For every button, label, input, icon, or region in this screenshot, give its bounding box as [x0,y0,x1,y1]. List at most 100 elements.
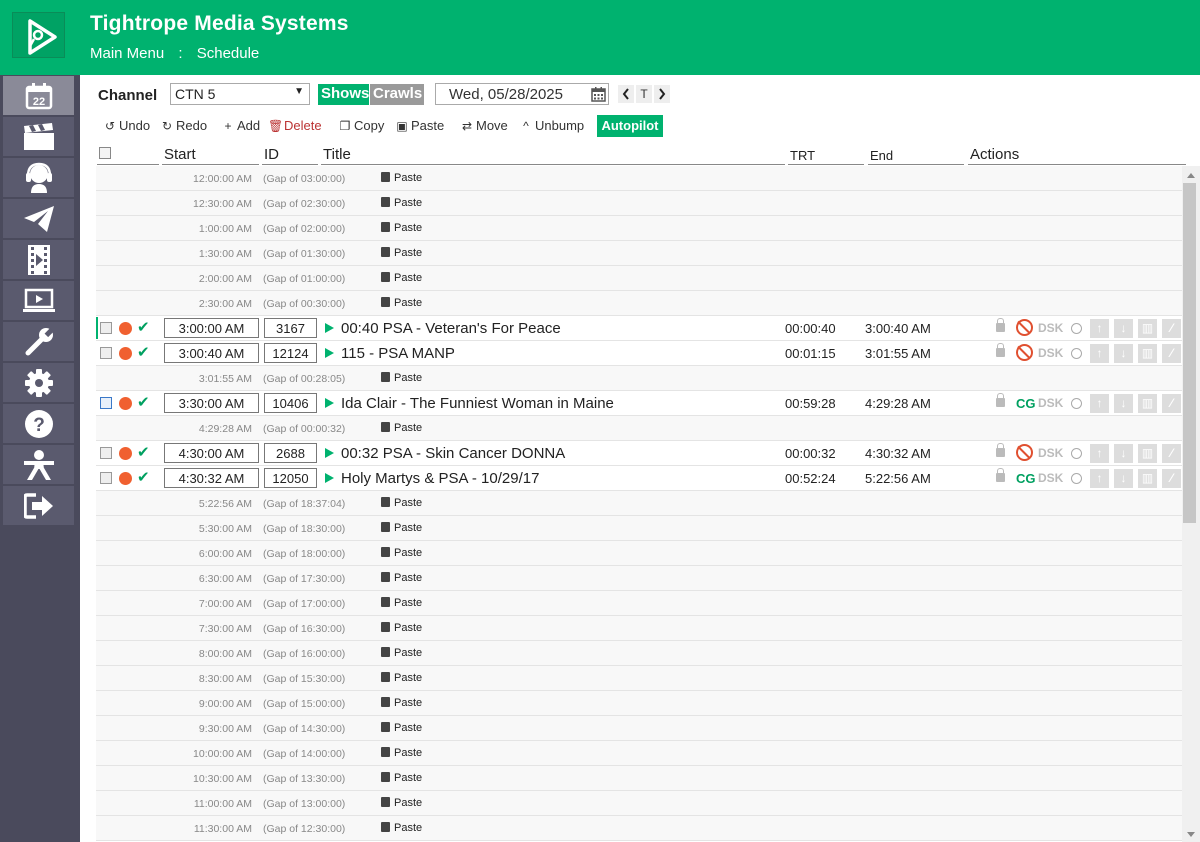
sidebar-item-schedule[interactable]: 22 [3,76,74,115]
schedule-scrollbar[interactable] [1182,166,1200,842]
event-row[interactable]: ✔ 3:00:40 AM 12124 115 - PSA MANP 00:01:15 3:… [96,341,1182,366]
event-id[interactable]: 2688 [264,443,317,463]
channel-select[interactable]: CTN 5 ▼ [170,83,310,105]
arrow-up-icon[interactable]: ↑ [1090,319,1109,338]
arrow-up-icon[interactable]: ↑ [1090,394,1109,413]
play-icon[interactable] [325,473,334,483]
gap-paste-button[interactable]: Paste [381,221,422,234]
lock-icon[interactable] [996,343,1005,357]
event-row[interactable]: ✔ 4:30:32 AM 12050 Holy Martys & PSA - 10/2… [96,466,1182,491]
arrow-down-icon[interactable]: ↓ [1114,394,1133,413]
no-cg-icon[interactable] [1016,444,1033,461]
event-checkbox[interactable] [100,397,112,409]
gap-paste-button[interactable]: Paste [381,671,422,684]
event-start-time[interactable]: 4:30:32 AM [164,468,259,488]
column-trt[interactable]: TRT [788,146,864,165]
pencil-icon[interactable]: ⁄ [1162,444,1181,463]
event-title[interactable]: 00:32 PSA - Skin Cancer DONNA [341,445,565,462]
arrow-down-icon[interactable]: ↓ [1114,344,1133,363]
event-radio[interactable] [1071,448,1082,459]
pencil-icon[interactable]: ⁄ [1162,344,1181,363]
event-row[interactable]: ✔ 3:00:00 AM 3167 00:40 PSA - Veteran's For… [96,316,1182,341]
event-title[interactable]: Holy Martys & PSA - 10/29/17 [341,470,539,487]
lock-icon[interactable] [996,468,1005,482]
scrollbar-thumb[interactable] [1183,183,1196,523]
gap-paste-button[interactable]: Paste [381,521,422,534]
gap-paste-button[interactable]: Paste [381,696,422,709]
move-button[interactable]: ⇄ Move [460,118,508,133]
event-radio[interactable] [1071,398,1082,409]
event-checkbox[interactable] [100,347,112,359]
dsk-badge[interactable]: DSK [1038,471,1063,485]
date-field[interactable]: Wed, 05/28/2025 [435,83,609,105]
gap-paste-button[interactable]: Paste [381,571,422,584]
gap-paste-button[interactable]: Paste [381,296,422,309]
event-checkbox[interactable] [100,472,112,484]
paste-button[interactable]: ▣ Paste [395,118,444,133]
gap-paste-button[interactable]: Paste [381,621,422,634]
column-end[interactable]: End [868,146,964,165]
gap-paste-button[interactable]: Paste [381,771,422,784]
event-checkbox[interactable] [100,322,112,334]
arrow-up-icon[interactable]: ↑ [1090,444,1109,463]
today-button[interactable]: T [636,85,652,103]
undo-button[interactable]: ↺ Undo [103,118,150,133]
sidebar-item-settings[interactable] [3,363,74,402]
event-checkbox[interactable] [100,447,112,459]
event-id[interactable]: 3167 [264,318,317,338]
crawls-tab[interactable]: Crawls [370,84,424,105]
column-id[interactable]: ID [262,146,318,165]
gap-paste-button[interactable]: Paste [381,421,422,434]
autopilot-button[interactable]: Autopilot [597,115,663,137]
delete-button[interactable]: 🗑Delete [268,118,322,133]
play-icon[interactable] [325,348,334,358]
dsk-badge[interactable]: DSK [1038,346,1063,360]
pencil-icon[interactable]: ⁄ [1162,394,1181,413]
event-id[interactable]: 12124 [264,343,317,363]
gap-paste-button[interactable]: Paste [381,196,422,209]
gap-paste-button[interactable]: Paste [381,796,422,809]
sidebar-item-publish[interactable] [3,199,74,238]
play-icon[interactable] [325,323,334,333]
shows-tab[interactable]: Shows [318,84,369,105]
event-start-time[interactable]: 3:00:40 AM [164,343,259,363]
gap-paste-button[interactable]: Paste [381,171,422,184]
event-row[interactable]: ✔ 4:30:00 AM 2688 00:32 PSA - Skin Cancer D… [96,441,1182,466]
gap-paste-button[interactable]: Paste [381,721,422,734]
sidebar-item-media[interactable] [3,117,74,156]
trash-icon[interactable]: ▥ [1138,394,1157,413]
arrow-up-icon[interactable]: ↑ [1090,344,1109,363]
gap-paste-button[interactable]: Paste [381,271,422,284]
dsk-badge[interactable]: DSK [1038,396,1063,410]
no-cg-icon[interactable] [1016,344,1033,361]
add-button[interactable]: + Add [221,118,260,133]
sidebar-item-video[interactable] [3,240,74,279]
dsk-badge[interactable]: DSK [1038,321,1063,335]
sidebar-item-help[interactable]: ? [3,404,74,443]
event-radio[interactable] [1071,473,1082,484]
trash-icon[interactable]: ▥ [1138,344,1157,363]
unbump-button[interactable]: ^ Unbump [519,118,584,133]
trash-icon[interactable]: ▥ [1138,444,1157,463]
gap-paste-button[interactable]: Paste [381,246,422,259]
gap-paste-button[interactable]: Paste [381,821,422,834]
event-radio[interactable] [1071,348,1082,359]
calendar-picker-icon[interactable] [591,86,606,102]
sidebar-item-users[interactable] [3,445,74,484]
previous-day-button[interactable] [618,85,634,103]
redo-button[interactable]: ↻ Redo [160,118,207,133]
column-title[interactable]: Title [321,146,785,165]
next-day-button[interactable] [654,85,670,103]
cg-badge[interactable]: CG [1016,396,1036,411]
dsk-badge[interactable]: DSK [1038,446,1063,460]
event-id[interactable]: 10406 [264,393,317,413]
sidebar-item-logout[interactable] [3,486,74,525]
gap-paste-button[interactable]: Paste [381,371,422,384]
gap-paste-button[interactable]: Paste [381,546,422,559]
event-row[interactable]: ✔ 3:30:00 AM 10406 Ida Clair - The Funniest… [96,391,1182,416]
event-title[interactable]: 00:40 PSA - Veteran's For Peace [341,320,561,337]
arrow-down-icon[interactable]: ↓ [1114,444,1133,463]
event-id[interactable]: 12050 [264,468,317,488]
event-start-time[interactable]: 4:30:00 AM [164,443,259,463]
breadcrumb-main-menu[interactable]: Main Menu [90,45,164,62]
